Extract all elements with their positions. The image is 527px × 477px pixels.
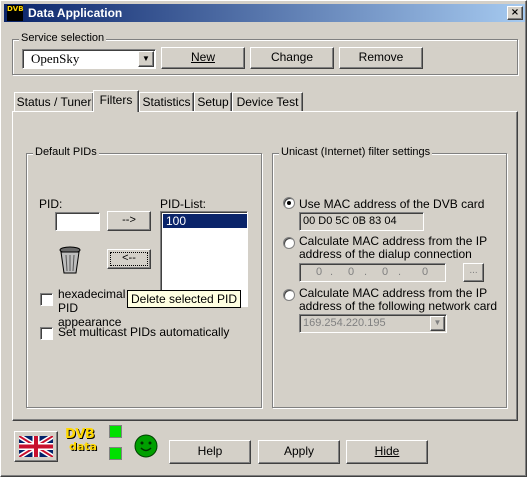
status-indicator-bottom <box>109 447 122 460</box>
add-pid-button[interactable]: --> <box>107 211 151 231</box>
remove-button[interactable]: Remove <box>339 47 423 69</box>
language-button[interactable] <box>14 431 58 462</box>
service-selection-label: Service selection <box>19 32 107 44</box>
ip-part-2: 0 <box>348 266 355 278</box>
network-card-radio[interactable] <box>283 289 295 301</box>
dialup-radio[interactable] <box>283 237 295 249</box>
ip-dot-2: . <box>364 266 368 278</box>
network-card-value: 169.254.220.195 <box>303 317 386 329</box>
network-card-label-line2: address of the following network card <box>299 299 498 313</box>
pid-input[interactable] <box>55 212 100 231</box>
ip-address-field[interactable]: 0 . 0 . 0 . 0 <box>299 263 446 282</box>
ip-dot-1: . <box>330 266 334 278</box>
change-button[interactable]: Change <box>250 47 334 69</box>
chevron-down-icon[interactable]: ▼ <box>430 316 445 331</box>
hide-button[interactable]: Hide <box>346 440 428 464</box>
add-pid-button-label: --> <box>122 214 136 226</box>
apply-button[interactable]: Apply <box>258 440 340 464</box>
window-title: Data Application <box>28 6 123 20</box>
pid-list-label: PID-List: <box>160 197 207 211</box>
network-card-label: Calculate MAC address from the IP addres… <box>299 287 497 313</box>
tab-statistics[interactable]: Statistics <box>139 92 194 111</box>
tooltip: Delete selected PID <box>127 290 242 308</box>
unicast-label: Unicast (Internet) filter settings <box>279 146 433 158</box>
chevron-down-icon[interactable]: ▼ <box>138 51 154 67</box>
hexadecimal-label: hexadecimal PID appearance <box>58 287 126 329</box>
tab-device-test-label: Device Test <box>236 95 299 109</box>
logo-bottom-text: data <box>69 440 97 453</box>
change-button-label: Change <box>270 50 314 64</box>
ip-part-3: 0 <box>382 266 389 278</box>
app-icon: DVB <box>7 5 24 21</box>
tab-filters[interactable]: Filters <box>93 90 139 112</box>
tab-status-tuner-label: Status / Tuner <box>16 95 92 109</box>
list-item[interactable]: 100 <box>163 214 247 228</box>
hide-button-label: Hide <box>374 444 400 458</box>
ip-part-4: 0 <box>422 266 429 278</box>
help-button[interactable]: Help <box>169 440 251 464</box>
dialup-label: Calculate MAC address from the IP addres… <box>299 235 487 261</box>
use-mac-radio[interactable] <box>283 197 295 209</box>
service-select-value: OpenSky <box>31 51 80 66</box>
ip-dot-3: . <box>398 266 402 278</box>
tab-filters-label: Filters <box>99 93 133 107</box>
trash-icon <box>57 245 83 275</box>
title-bar[interactable]: DVB Data Application × <box>4 4 525 22</box>
help-button-label: Help <box>197 444 223 458</box>
apply-button-label: Apply <box>283 444 315 458</box>
hexadecimal-checkbox[interactable] <box>40 293 53 306</box>
ip-part-1: 0 <box>316 266 323 278</box>
status-indicator-top <box>109 425 122 438</box>
tab-setup[interactable]: Setup <box>194 92 232 111</box>
multicast-checkbox[interactable] <box>40 327 53 340</box>
uk-flag-icon <box>17 433 55 460</box>
new-button-label: New <box>190 50 215 64</box>
default-pids-label: Default PIDs <box>33 146 99 158</box>
network-card-select[interactable]: 169.254.220.195 ▼ <box>299 314 447 333</box>
tab-device-test[interactable]: Device Test <box>232 92 303 111</box>
app-window: DVB Data Application × Service selection… <box>0 0 527 477</box>
mac-address-value: 00 D0 5C 0B 83 04 <box>303 215 397 227</box>
remove-pid-button-label: <-- <box>122 252 136 264</box>
smiley-icon <box>134 434 158 458</box>
mac-address-field[interactable]: 00 D0 5C 0B 83 04 <box>299 212 424 231</box>
multicast-label: Set multicast PIDs automatically <box>58 325 230 339</box>
new-button[interactable]: New <box>161 47 245 69</box>
service-select[interactable]: OpenSky ▼ <box>22 49 156 69</box>
remove-pid-button[interactable]: <-- <box>107 249 151 269</box>
dialup-label-line2: address of the dialup connection <box>299 247 472 261</box>
ip-browse-button-label: ... <box>469 265 478 276</box>
ip-browse-button[interactable]: ... <box>463 263 484 282</box>
tab-setup-label: Setup <box>197 95 229 109</box>
close-button[interactable]: × <box>507 6 523 20</box>
dvb-data-logo: DVB data <box>65 428 103 459</box>
close-icon: × <box>510 7 520 18</box>
tab-status-tuner[interactable]: Status / Tuner <box>14 92 94 111</box>
pid-label: PID: <box>39 197 63 211</box>
remove-button-label: Remove <box>358 50 404 64</box>
tab-statistics-label: Statistics <box>142 95 191 109</box>
use-mac-label: Use MAC address of the DVB card <box>299 197 485 211</box>
